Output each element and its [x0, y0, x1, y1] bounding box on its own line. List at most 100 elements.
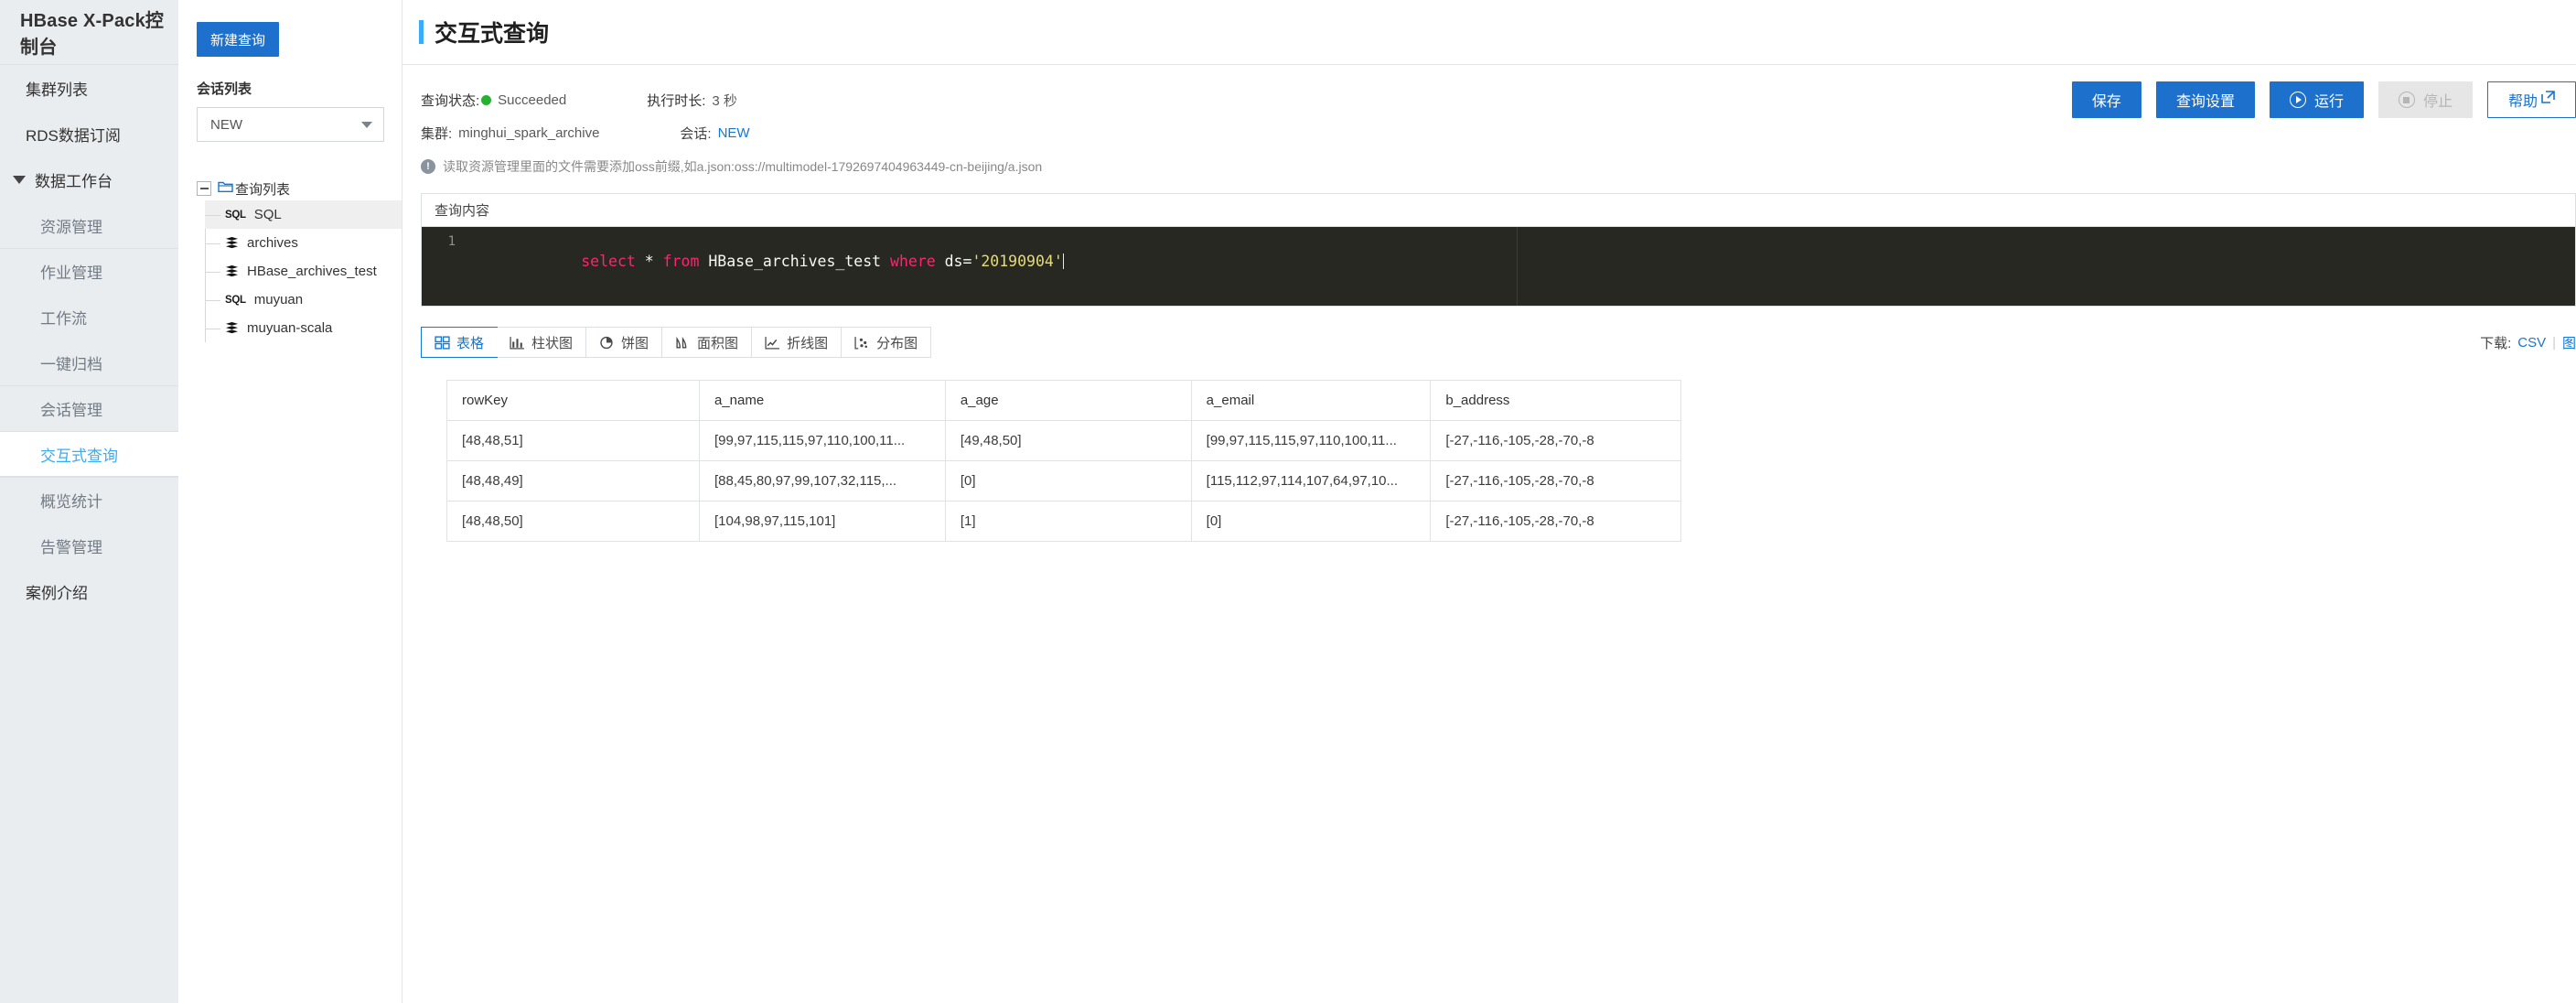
table-header-row: rowKey a_name a_age a_email b_address: [446, 380, 1681, 421]
stack-icon: [225, 264, 239, 279]
sql-token: where: [890, 253, 936, 270]
sidebar-item-label: RDS数据订阅: [26, 126, 121, 145]
app-root: HBase X-Pack控制台 集群列表 RDS数据订阅 数据工作台 资源管理 作业管理…: [0, 0, 2576, 1003]
external-link-icon: [2541, 91, 2555, 109]
sidebar-item-0[interactable]: 集群列表: [0, 65, 178, 111]
sidebar-item-label: 数据工作台: [35, 172, 113, 190]
cluster-value: minghui_spark_archive: [458, 124, 600, 141]
sql-icon: SQL: [225, 294, 246, 306]
sidebar-item-9[interactable]: 概览统计: [0, 477, 178, 523]
editor-title: 查询内容: [422, 194, 2575, 227]
status-indicator-dot: [481, 94, 492, 105]
caret-down-icon: [13, 175, 26, 184]
column-header-4: b_address: [1430, 380, 1681, 421]
cluster-label: 集群:: [421, 125, 453, 142]
table-row: [48,48,50] [104,98,97,115,101] [1] [0] [-27,…: [446, 501, 1681, 542]
new-query-button[interactable]: 新建查询: [197, 22, 279, 57]
sidebar-item-4[interactable]: 作业管理: [0, 248, 178, 294]
sidebar-item-1[interactable]: RDS数据订阅: [0, 111, 178, 156]
tab-1[interactable]: 柱状图: [497, 328, 587, 357]
help-button[interactable]: 帮助: [2486, 81, 2576, 118]
tree-tick: [205, 243, 220, 244]
tree-node-0[interactable]: SQL SQL: [205, 200, 402, 229]
line-chart-icon: [765, 336, 780, 350]
run-button[interactable]: 运行: [2269, 81, 2364, 118]
tree-node-3[interactable]: SQL muyuan: [205, 286, 402, 314]
tab-5[interactable]: 分布图: [842, 328, 931, 357]
tree-children: SQL SQL archives HBase_archives_test SQL muyu…: [204, 200, 402, 342]
session-select[interactable]: NEW: [197, 107, 384, 142]
tab-4[interactable]: 折线图: [752, 328, 843, 357]
tree-node-2[interactable]: HBase_archives_test: [205, 257, 402, 286]
sidebar-item-label: 案例介绍: [26, 584, 88, 602]
column-header-1: a_name: [698, 380, 946, 421]
editor-gutter: 1: [422, 227, 465, 306]
tree-tick: [205, 214, 220, 216]
table-cell: [99,97,115,115,97,110,100,11...: [698, 420, 946, 461]
session-label: 会话:: [680, 125, 712, 142]
table-row: [48,48,51] [99,97,115,115,97,110,100,11..…: [446, 420, 1681, 461]
result-table-head: rowKey a_name a_age a_email b_address: [446, 380, 1681, 421]
stack-icon: [225, 321, 239, 336]
download-image-link[interactable]: 图: [2562, 333, 2576, 352]
chevron-down-icon: [361, 121, 372, 128]
tree-root[interactable]: 查询列表: [197, 177, 402, 200]
duration-value: 3 秒: [712, 92, 737, 109]
sql-code-line[interactable]: select * from HBase_archives_test where …: [465, 227, 2575, 306]
sql-editor[interactable]: 1 select * from HBase_archives_test wher…: [422, 227, 2575, 306]
title-accent-bar: [419, 20, 424, 44]
editor-split-divider: [1517, 227, 1518, 306]
tab-3[interactable]: 面积图: [662, 328, 753, 357]
table-cell: [0]: [1190, 501, 1432, 542]
sidebar-item-8[interactable]: 交互式查询: [0, 431, 178, 477]
save-button[interactable]: 保存: [2071, 81, 2141, 118]
sidebar-item-5[interactable]: 工作流: [0, 294, 178, 340]
session-value-link[interactable]: NEW: [718, 125, 750, 141]
text-cursor: [1062, 253, 1064, 269]
bar-chart-icon: [510, 336, 525, 350]
table-cell: [48,48,51]: [446, 420, 700, 461]
download-csv-link[interactable]: CSV: [2517, 335, 2546, 351]
sidebar-item-10[interactable]: 告警管理: [0, 523, 178, 568]
sidebar-item-label: 概览统计: [40, 493, 102, 511]
sidebar-item-2[interactable]: 数据工作台: [0, 156, 178, 202]
meta-row: 集群: minghui_spark_archive 会话: NEW: [421, 114, 2576, 151]
sql-token: ds=: [935, 253, 972, 270]
tree-node-1[interactable]: archives: [205, 229, 402, 257]
scatter-chart-icon: [854, 336, 870, 350]
tree-node-label: muyuan-scala: [247, 320, 333, 336]
tab-0[interactable]: 表格: [421, 327, 499, 358]
sidebar-item-6[interactable]: 一键归档: [0, 340, 178, 385]
sidebar-item-11[interactable]: 案例介绍: [0, 568, 178, 614]
pie-chart-icon: [599, 336, 615, 350]
oss-hint-row: ! 读取资源管理里面的文件需要添加oss前缀,如a.json:oss://mul…: [421, 151, 2576, 182]
tree-node-4[interactable]: muyuan-scala: [205, 314, 402, 342]
sidebar-item-label: 交互式查询: [40, 447, 118, 465]
sql-token: HBase_archives_test: [699, 253, 891, 270]
duration-label: 执行时长:: [647, 92, 706, 109]
query-tree: 查询列表 SQL SQL archives HBase_archives_test SQ…: [197, 177, 402, 342]
table-cell: [-27,-116,-105,-28,-70,-8: [1430, 501, 1681, 542]
sidebar-item-3[interactable]: 资源管理: [0, 202, 178, 248]
tab-label: 柱状图: [531, 335, 574, 351]
collapse-toggle-icon[interactable]: [197, 181, 211, 196]
sidebar-item-7[interactable]: 会话管理: [0, 385, 178, 431]
tree-node-label: SQL: [253, 207, 282, 222]
info-icon: !: [421, 159, 435, 174]
result-table: rowKey a_name a_age a_email b_address [48,48…: [446, 380, 1681, 542]
column-header-2: a_age: [944, 380, 1192, 421]
download-label: 下载:: [2480, 335, 2512, 351]
stack-icon: [225, 236, 239, 251]
stop-button[interactable]: 停止: [2377, 81, 2473, 118]
session-list-label: 会话列表: [197, 81, 252, 97]
sql-token: *: [635, 253, 663, 270]
query-settings-button[interactable]: 查询设置: [2155, 81, 2255, 118]
query-status-value: Succeeded: [498, 92, 567, 108]
tab-2[interactable]: 饼图: [586, 328, 663, 357]
table-cell: [-27,-116,-105,-28,-70,-8: [1430, 460, 1681, 502]
column-header-3: a_email: [1190, 380, 1432, 421]
query-workspace: 保存 查询设置 运行 停止 帮助 查询状态: Succeeded 执行时长: 3…: [402, 65, 2576, 1003]
sql-icon: SQL: [225, 209, 246, 221]
sql-token: from: [662, 253, 700, 270]
sql-editor-panel: 查询内容 1 select * from HBase_archives_test…: [421, 193, 2576, 307]
